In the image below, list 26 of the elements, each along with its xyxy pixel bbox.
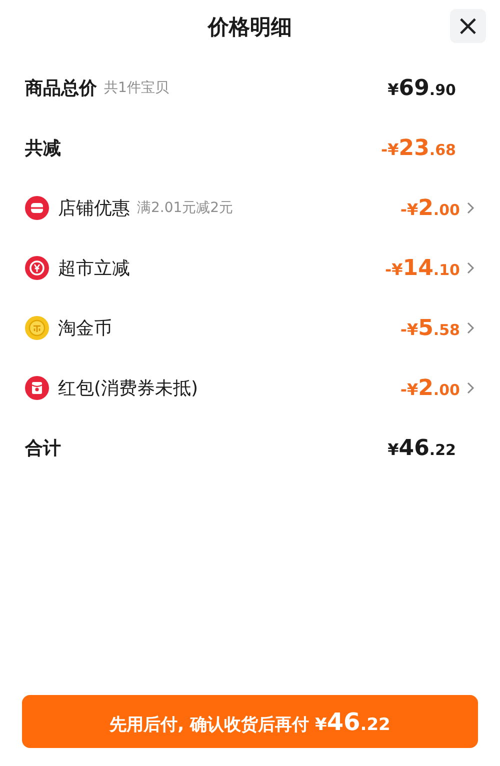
sheet-title: 价格明细 xyxy=(208,14,292,41)
chevron-icon[interactable] xyxy=(466,261,475,275)
row-label: 共减 xyxy=(25,137,61,160)
discount-label: 店铺优惠 xyxy=(58,197,130,220)
store-icon xyxy=(25,196,49,220)
discount-total: -¥23.68 xyxy=(381,136,456,160)
discount-amount: -¥5.58 xyxy=(400,316,460,340)
discount-label: 超市立减 xyxy=(58,257,130,280)
chevron-icon[interactable] xyxy=(466,201,475,215)
discount-condition: 满2.01元减2元 xyxy=(137,199,234,217)
close-button[interactable]: × xyxy=(450,9,486,43)
row-label: 商品总价 xyxy=(25,77,97,100)
chevron-icon[interactable] xyxy=(466,381,475,395)
discount-label: 红包(消费券未抵) xyxy=(58,377,198,400)
yen-badge-icon xyxy=(25,256,49,280)
total-price: ¥46.22 xyxy=(388,436,456,460)
discount-label: 淘金币 xyxy=(58,317,112,340)
discount-amount: -¥14.10 xyxy=(385,256,460,280)
chevron-icon[interactable] xyxy=(466,321,475,335)
discount-amount: -¥2.00 xyxy=(400,376,460,400)
item-count: 共1件宝贝 xyxy=(104,79,169,97)
coin-icon xyxy=(25,316,49,340)
envelope-icon xyxy=(25,376,49,400)
discount-amount: -¥2.00 xyxy=(400,196,460,220)
total-price: ¥69.90 xyxy=(388,76,456,100)
row-label: 合计 xyxy=(25,437,61,460)
